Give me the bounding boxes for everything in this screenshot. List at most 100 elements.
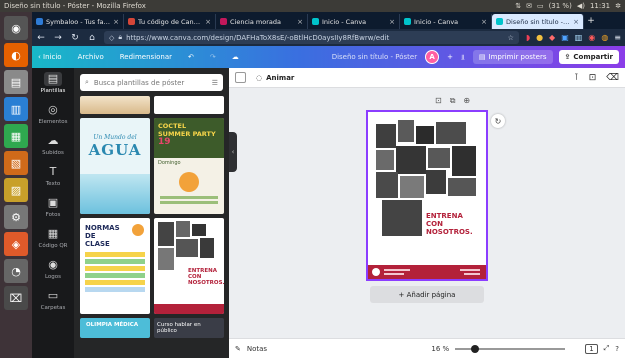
clock[interactable]: 11:31: [590, 2, 610, 10]
browser-tab-active[interactable]: Diseño sin título - Pós ×: [492, 14, 584, 29]
template-card[interactable]: Curso hablar en público: [154, 318, 224, 338]
collapse-panel-handle[interactable]: ‹: [229, 132, 237, 172]
rail-item-qr[interactable]: ▦ Código QR: [39, 227, 68, 249]
photo-tile[interactable]: [400, 176, 424, 198]
close-icon[interactable]: ×: [113, 18, 119, 26]
extension-icon[interactable]: ◍: [601, 33, 608, 42]
browser-tab[interactable]: Ciencia morada ×: [216, 14, 308, 29]
poster-canvas[interactable]: ENTRENA CON NOSOTROS.: [366, 110, 488, 281]
photo-tile[interactable]: [382, 200, 422, 236]
forward-icon[interactable]: →: [53, 33, 63, 43]
network-icon[interactable]: ⇅: [515, 2, 521, 10]
back-icon[interactable]: ←: [36, 33, 46, 43]
close-icon[interactable]: ×: [205, 18, 211, 26]
paint-format-icon[interactable]: ⊺: [574, 73, 579, 83]
cloud-save-icon[interactable]: ☁: [232, 53, 239, 61]
notes-icon[interactable]: ✎: [235, 345, 241, 353]
page-count[interactable]: 1: [585, 343, 598, 354]
zoom-slider-handle[interactable]: [471, 344, 480, 353]
document-title[interactable]: Diseño sin título - Póster: [332, 53, 417, 61]
photo-tile[interactable]: [416, 126, 434, 144]
photo-tile[interactable]: [376, 150, 394, 170]
lock-icon[interactable]: 🔒︎: [118, 33, 122, 42]
extension-icon[interactable]: ◆: [549, 33, 555, 42]
photo-tile[interactable]: [428, 148, 450, 168]
rail-item-photos[interactable]: ▣ Fotos: [44, 196, 62, 218]
photo-tile[interactable]: [436, 122, 466, 144]
photo-tile[interactable]: [398, 120, 414, 142]
trash-icon[interactable]: ⌫: [606, 73, 619, 83]
add-page-button[interactable]: + Añadir página: [370, 286, 484, 303]
reload-icon[interactable]: ↻: [70, 33, 80, 43]
print-posters-button[interactable]: ▤ Imprimir posters: [472, 50, 553, 64]
url-bar[interactable]: ◇ 🔒︎ https://www.canva.com/design/DAFHaT…: [104, 31, 519, 44]
poster-headline[interactable]: ENTRENA CON NOSOTROS.: [426, 212, 482, 236]
dash-icon[interactable]: ◉: [4, 16, 28, 40]
animate-button[interactable]: ◌ Animar: [256, 74, 294, 82]
close-icon[interactable]: ×: [297, 18, 303, 26]
redo-icon[interactable]: ↷: [210, 53, 216, 61]
calc-icon[interactable]: ▦: [4, 124, 28, 148]
resize-button[interactable]: Redimensionar: [120, 53, 172, 61]
settings-icon[interactable]: ⚙: [4, 205, 28, 229]
notes-button[interactable]: Notas: [247, 345, 267, 353]
home-button[interactable]: ‹ Inicio: [38, 53, 62, 61]
photo-tile[interactable]: [448, 178, 476, 196]
fullscreen-icon[interactable]: ⤢: [604, 344, 610, 353]
gear-icon[interactable]: ✲: [615, 2, 621, 10]
template-card[interactable]: Un Mundo del AGUA: [80, 118, 150, 214]
help-icon[interactable]: ?: [615, 345, 619, 353]
template-card[interactable]: [80, 96, 150, 114]
photo-tile[interactable]: [376, 124, 396, 148]
refresh-icon[interactable]: ↻: [491, 114, 505, 128]
browser-tab[interactable]: Inicio - Canva ×: [308, 14, 400, 29]
insights-icon[interactable]: ⫫: [461, 53, 465, 62]
zoom-value[interactable]: 16 %: [431, 345, 449, 353]
duplicate-page-icon[interactable]: ⧉: [450, 96, 456, 106]
template-card[interactable]: [154, 96, 224, 114]
add-page-icon[interactable]: ⊕: [463, 96, 470, 106]
rail-item-elements[interactable]: ◎ Elementos: [38, 103, 67, 125]
lock-icon[interactable]: ⊡: [589, 73, 597, 83]
rail-item-text[interactable]: T Texto: [44, 165, 62, 187]
lock-page-icon[interactable]: ⊡: [435, 96, 442, 106]
zoom-slider[interactable]: [455, 344, 566, 353]
browser-tab[interactable]: Tu código de Canva es×: [124, 14, 216, 29]
photo-tile[interactable]: [396, 146, 426, 174]
photo-tile[interactable]: [426, 170, 446, 194]
extension-icon[interactable]: ●: [536, 33, 543, 42]
poster-footer-band[interactable]: [368, 265, 486, 279]
template-card[interactable]: COCTEL SUMMER PARTY 19 Domingo: [154, 118, 224, 214]
rail-item-folders[interactable]: ▭ Carpetas: [41, 289, 66, 311]
close-icon[interactable]: ×: [481, 18, 487, 26]
rail-item-logos[interactable]: ◉ Logos: [44, 258, 62, 280]
files-icon[interactable]: ▤: [4, 70, 28, 94]
browser-tab[interactable]: Inicio - Canva ×: [400, 14, 492, 29]
extension-icon[interactable]: ▣: [561, 33, 569, 42]
bookmark-star-icon[interactable]: ☆: [508, 34, 514, 42]
mail-icon[interactable]: ✉: [526, 2, 532, 10]
pocket-icon[interactable]: ◗: [526, 33, 530, 42]
trash-icon[interactable]: ⌧: [4, 286, 28, 310]
close-icon[interactable]: ×: [389, 18, 395, 26]
extension-icon[interactable]: ▥: [575, 33, 583, 42]
filter-icon[interactable]: ☰: [212, 79, 218, 87]
add-collaborator-icon[interactable]: +: [447, 53, 453, 61]
rail-item-templates[interactable]: ▤ Plantillas: [41, 72, 65, 94]
writer-icon[interactable]: ▥: [4, 97, 28, 121]
impress-icon[interactable]: ▧: [4, 151, 28, 175]
template-search-input[interactable]: ⌕ Busca plantillas de póster ☰: [80, 74, 223, 91]
system-tray[interactable]: ⇅ ✉ ▭ (31 %) ◀) 11:31 ✲: [515, 2, 621, 10]
volume-icon[interactable]: ◀): [577, 2, 585, 10]
close-icon[interactable]: ×: [573, 18, 579, 26]
extension-icon[interactable]: ◉: [588, 33, 595, 42]
draw-icon[interactable]: ▨: [4, 178, 28, 202]
url-text[interactable]: https://www.canva.com/design/DAFHaToX8sE…: [126, 34, 503, 42]
photo-tile[interactable]: [376, 172, 398, 198]
file-menu[interactable]: Archivo: [78, 53, 104, 61]
undo-icon[interactable]: ↶: [188, 53, 194, 61]
photo-tile[interactable]: [452, 146, 476, 176]
home-icon[interactable]: ⌂: [87, 33, 97, 43]
share-button[interactable]: ⇪ Compartir: [558, 50, 619, 64]
menu-icon[interactable]: ≡: [614, 33, 621, 42]
